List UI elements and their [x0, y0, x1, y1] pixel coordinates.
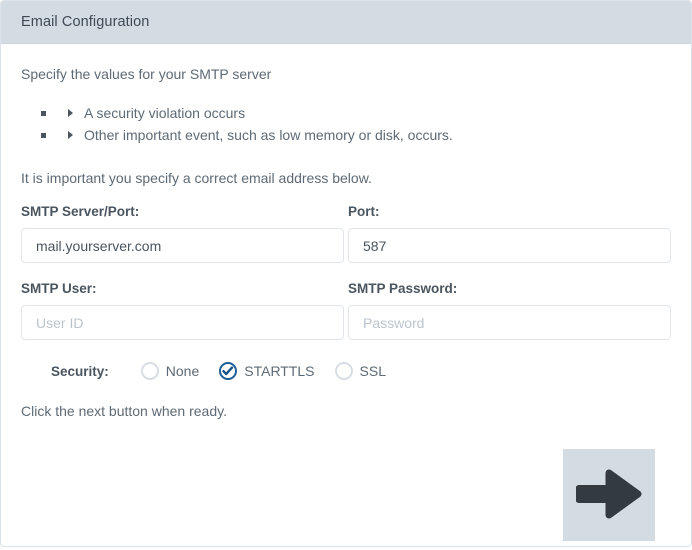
smtp-user-field-group: SMTP User: — [21, 281, 344, 340]
radio-option-starttls[interactable]: STARTTLS — [219, 362, 315, 380]
radio-option-none[interactable]: None — [140, 362, 200, 380]
server-port-row: SMTP Server/Port: Port: — [21, 204, 671, 263]
security-label: Security: — [51, 363, 109, 379]
triangle-right-icon — [68, 109, 73, 117]
smtp-server-input[interactable] — [21, 228, 344, 263]
email-address-note: It is important you specify a correct em… — [21, 170, 372, 186]
panel-header: Email Configuration — [1, 1, 691, 44]
smtp-user-label: SMTP User: — [21, 281, 97, 296]
square-bullet-icon — [41, 110, 46, 116]
smtp-password-field-group: SMTP Password: — [348, 281, 671, 340]
radio-option-ssl[interactable]: SSL — [334, 362, 386, 380]
smtp-server-field-group: SMTP Server/Port: — [21, 204, 344, 263]
list-item: A security violation occurs — [21, 102, 671, 124]
arrow-right-icon — [575, 464, 642, 527]
ready-note: Click the next button when ready. — [21, 403, 227, 419]
radio-label: SSL — [359, 363, 386, 379]
smtp-password-input[interactable] — [348, 305, 671, 340]
radio-unchecked-icon — [334, 362, 353, 380]
square-bullet-icon — [41, 132, 46, 138]
triangle-right-icon — [68, 131, 73, 139]
radio-label: STARTTLS — [244, 363, 315, 379]
radio-checked-icon — [219, 362, 238, 380]
smtp-user-input[interactable] — [21, 305, 344, 340]
list-item-label: Other important event, such as low memor… — [84, 127, 453, 143]
panel-body: Specify the values for your SMTP server … — [1, 44, 691, 546]
event-list: A security violation occurs Other import… — [21, 102, 671, 146]
email-configuration-panel: Email Configuration Specify the values f… — [0, 0, 692, 547]
intro-text: Specify the values for your SMTP server — [21, 66, 272, 82]
security-row: Security: None STARTTLS SSL — [21, 362, 671, 380]
port-input[interactable] — [348, 228, 671, 263]
user-password-row: SMTP User: SMTP Password: — [21, 281, 671, 340]
page-title: Email Configuration — [21, 14, 150, 30]
port-field-group: Port: — [348, 204, 671, 263]
list-item: Other important event, such as low memor… — [21, 124, 671, 146]
port-label: Port: — [348, 204, 380, 219]
smtp-password-label: SMTP Password: — [348, 281, 458, 296]
radio-label: None — [165, 363, 200, 379]
smtp-server-label: SMTP Server/Port: — [21, 204, 140, 219]
next-button[interactable] — [563, 449, 655, 541]
list-item-label: A security violation occurs — [84, 105, 246, 121]
radio-unchecked-icon — [140, 362, 159, 380]
